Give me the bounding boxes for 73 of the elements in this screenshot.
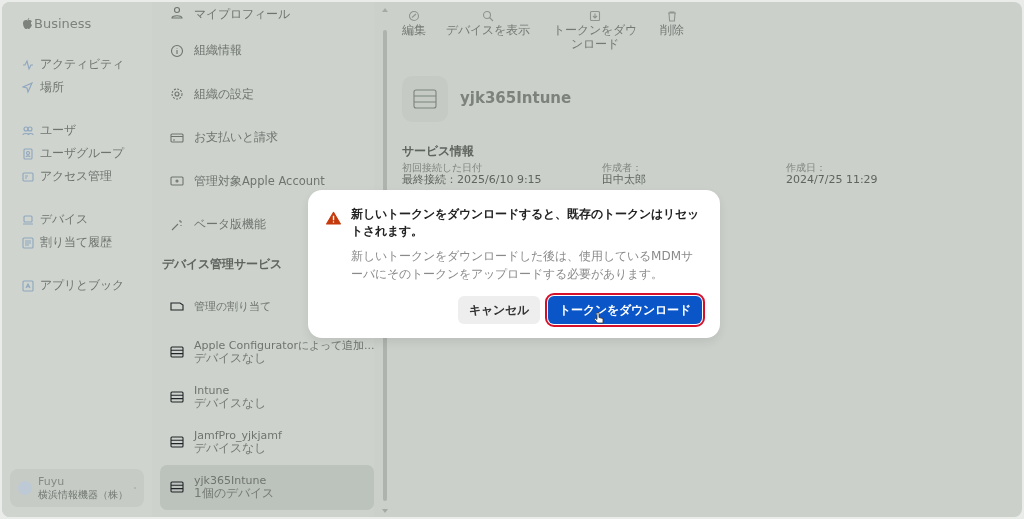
dialog-message: 新しいトークンをダウンロードした後は、使用しているMDMサーバにそのトークンをアップロードする必要があります。	[351, 247, 694, 283]
person-icon	[170, 6, 184, 20]
section-heading: サービス情報	[402, 142, 475, 160]
service-name: JamfPro_yjkjamf	[194, 428, 282, 442]
field-label: 初回接続した日付	[402, 161, 483, 173]
scroll-up-icon	[382, 8, 389, 12]
service-item[interactable]: yjk365Intune 1個のデバイス	[160, 464, 375, 510]
field-label: 作成者：	[602, 161, 643, 173]
service-status: デバイスなし	[194, 441, 266, 456]
search-icon	[482, 10, 494, 22]
tray-icon	[170, 300, 184, 314]
section-heading: デバイス管理サービス	[162, 255, 282, 273]
toolbar-button[interactable]: デバイスを表示	[446, 10, 530, 52]
activity-icon	[22, 59, 34, 71]
server-icon	[170, 435, 184, 449]
account-switcher[interactable]: Fuyu 横浜情報機器（株）	[10, 469, 144, 507]
sidebar-item[interactable]: 割り当て履歴	[22, 233, 144, 253]
card-icon	[170, 130, 184, 145]
settings-item[interactable]: お支払いと請求	[160, 116, 375, 160]
service-name: Apple Configuratorによって追加...	[194, 338, 375, 352]
download-icon	[589, 10, 601, 22]
service-item[interactable]: 管理の割り当て	[160, 284, 375, 330]
field-value: 田中太郎	[602, 172, 647, 186]
settings-item[interactable]: 管理対象Apple Account	[160, 159, 375, 203]
service-status: デバイスなし	[194, 396, 266, 411]
service-item[interactable]: Intune デバイスなし	[160, 374, 375, 420]
service-status: 1個のデバイス	[194, 486, 274, 501]
service-name: 管理の割り当て	[194, 300, 271, 314]
info-icon	[170, 43, 184, 58]
service-status: デバイスなし	[194, 351, 266, 366]
toolbar-button[interactable]: トークンをダウンロード	[550, 10, 640, 52]
sidebar-item[interactable]: アクセス管理	[22, 167, 144, 187]
check-circle-icon	[408, 10, 420, 22]
wand-icon	[170, 217, 184, 232]
field-value: 2024/7/25 11:29	[786, 172, 879, 186]
cancel-button[interactable]: キャンセル	[458, 296, 540, 324]
service-name: Intune	[194, 383, 231, 397]
service-item[interactable]: JamfPro_yjkjamf デバイスなし	[160, 419, 375, 465]
server-icon	[170, 345, 184, 359]
organization-name: 横浜情報機器（株）	[38, 488, 128, 500]
sidebar-item[interactable]: アプリとブック	[22, 276, 144, 296]
users-icon	[22, 125, 34, 137]
detail-title: yjk365Intune	[460, 88, 572, 110]
settings-item[interactable]: 組織の設定	[160, 72, 375, 116]
server-icon	[413, 88, 437, 109]
toolbar-button[interactable]: 編集	[402, 10, 426, 52]
sidebar-item[interactable]: ユーザグループ	[22, 144, 144, 164]
settings-item[interactable]: マイプロフィール	[160, 2, 375, 29]
server-icon	[170, 480, 184, 494]
id-card-icon	[22, 171, 34, 183]
list-board-icon	[22, 237, 34, 249]
id-badge-icon	[22, 148, 34, 160]
dialog-title: 新しいトークンをダウンロードすると、既存のトークンはリセットされます。	[351, 206, 701, 241]
sidebar-item[interactable]: ユーザ	[22, 121, 144, 141]
sidebar-item[interactable]: アクティビティ	[22, 55, 144, 75]
sidebar-item[interactable]: デバイス	[22, 210, 144, 230]
brand-name: Business	[34, 15, 92, 33]
trash-icon	[666, 10, 678, 22]
service-name: yjk365Intune	[194, 473, 268, 487]
field-value: 最終接続：2025/6/10 9:15	[402, 172, 543, 186]
server-icon	[170, 390, 184, 404]
laptop-icon	[22, 214, 34, 226]
toolbar-button[interactable]: 削除	[660, 10, 684, 52]
location-arrow-icon	[22, 82, 34, 94]
settings-item[interactable]: 組織情報	[160, 29, 375, 73]
apple-logo-icon	[22, 17, 33, 31]
service-item[interactable]: Apple Configuratorによって追加... デバイスなし	[160, 329, 375, 375]
field-label: 作成日：	[786, 161, 827, 173]
scroll-down-icon	[382, 509, 389, 513]
account-name: Fuyu	[38, 476, 66, 489]
app-icon	[22, 280, 34, 292]
id-card-icon	[170, 174, 184, 189]
sidebar-item[interactable]: 場所	[22, 78, 144, 98]
